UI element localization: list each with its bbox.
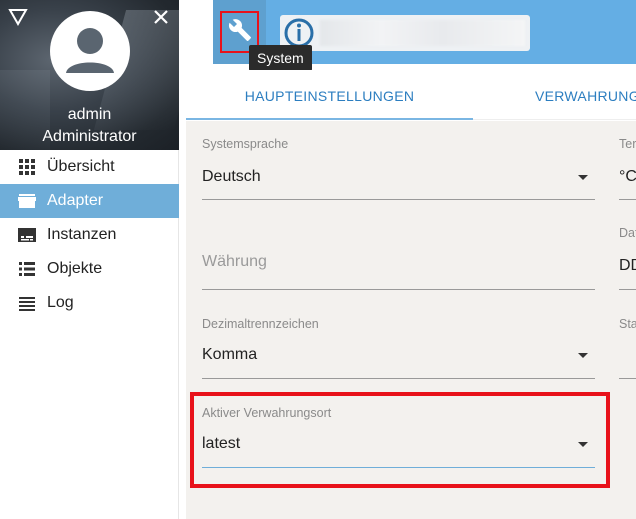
sidebar: admin Administrator Übersicht Adapter In… [0, 0, 179, 519]
currency-field[interactable]: Währung [202, 231, 595, 291]
sidebar-item-objekte[interactable]: Objekte [0, 252, 179, 286]
tab-active-indicator [186, 118, 473, 120]
state-select[interactable]: Sta [619, 317, 636, 379]
user-role: Administrator [42, 128, 137, 145]
temperature-value: °C [619, 168, 636, 185]
decimal-separator-select[interactable]: Dezimaltrennzeichen Komma [202, 317, 595, 379]
lines-icon [18, 294, 36, 312]
field-underline [619, 378, 636, 379]
tooltip: System [249, 45, 312, 71]
sidebar-item-instanzen[interactable]: Instanzen [0, 218, 179, 252]
tab-verwahrung[interactable]: VERWAHRUNG [535, 70, 636, 120]
settings-tabs: HAUPTEINSTELLUNGEN VERWAHRUNG [186, 70, 636, 120]
collapse-triangle-icon[interactable] [8, 8, 28, 27]
grid-icon [18, 158, 36, 176]
language-label: Systemsprache [202, 137, 289, 151]
profile-header: admin Administrator [0, 0, 179, 150]
temperature-select[interactable]: Ter °C [619, 137, 636, 201]
tab-label: HAUPTEINSTELLUNGEN [244, 88, 415, 104]
close-icon[interactable] [151, 7, 171, 27]
field-underline [202, 199, 595, 200]
tab-haupteinstellungen[interactable]: HAUPTEINSTELLUNGEN [186, 70, 473, 120]
subtitles-icon [18, 226, 36, 244]
sidebar-item-log[interactable]: Log [0, 286, 179, 320]
date-format-select[interactable]: Dat DD [619, 226, 636, 291]
decimal-label: Dezimaltrennzeichen [202, 317, 319, 331]
dropdown-arrow-icon [578, 353, 588, 358]
dropdown-arrow-icon [578, 175, 588, 180]
user-name: admin [67, 106, 112, 123]
highlight-box [190, 392, 610, 488]
wrench-icon [228, 18, 252, 47]
list-icon [18, 260, 36, 278]
language-value: Deutsch [202, 168, 261, 185]
field-underline [202, 378, 595, 379]
temperature-label: Ter [619, 137, 636, 151]
language-select[interactable]: Systemsprache Deutsch [202, 137, 595, 201]
field-underline [619, 289, 636, 290]
blurred-content [320, 20, 525, 46]
sidebar-nav: Übersicht Adapter Instanzen Objekte Log [0, 150, 179, 320]
store-icon [18, 192, 36, 210]
sidebar-item-adapter[interactable]: Adapter [0, 184, 179, 218]
date-label: Dat [619, 226, 636, 240]
avatar [50, 11, 130, 91]
sidebar-item-label: Instanzen [47, 226, 117, 243]
field-underline [619, 199, 636, 200]
currency-placeholder: Währung [202, 253, 267, 270]
sidebar-item-uebersicht[interactable]: Übersicht [0, 150, 179, 184]
field-underline [202, 289, 595, 290]
date-value: DD [619, 257, 636, 274]
sidebar-item-label: Objekte [47, 260, 103, 277]
sidebar-item-label: Log [47, 294, 74, 311]
sidebar-item-label: Übersicht [47, 158, 115, 175]
sidebar-item-label: Adapter [47, 192, 104, 209]
decimal-value: Komma [202, 346, 258, 363]
tab-label: VERWAHRUNG [535, 88, 636, 104]
state-label: Sta [619, 317, 636, 331]
